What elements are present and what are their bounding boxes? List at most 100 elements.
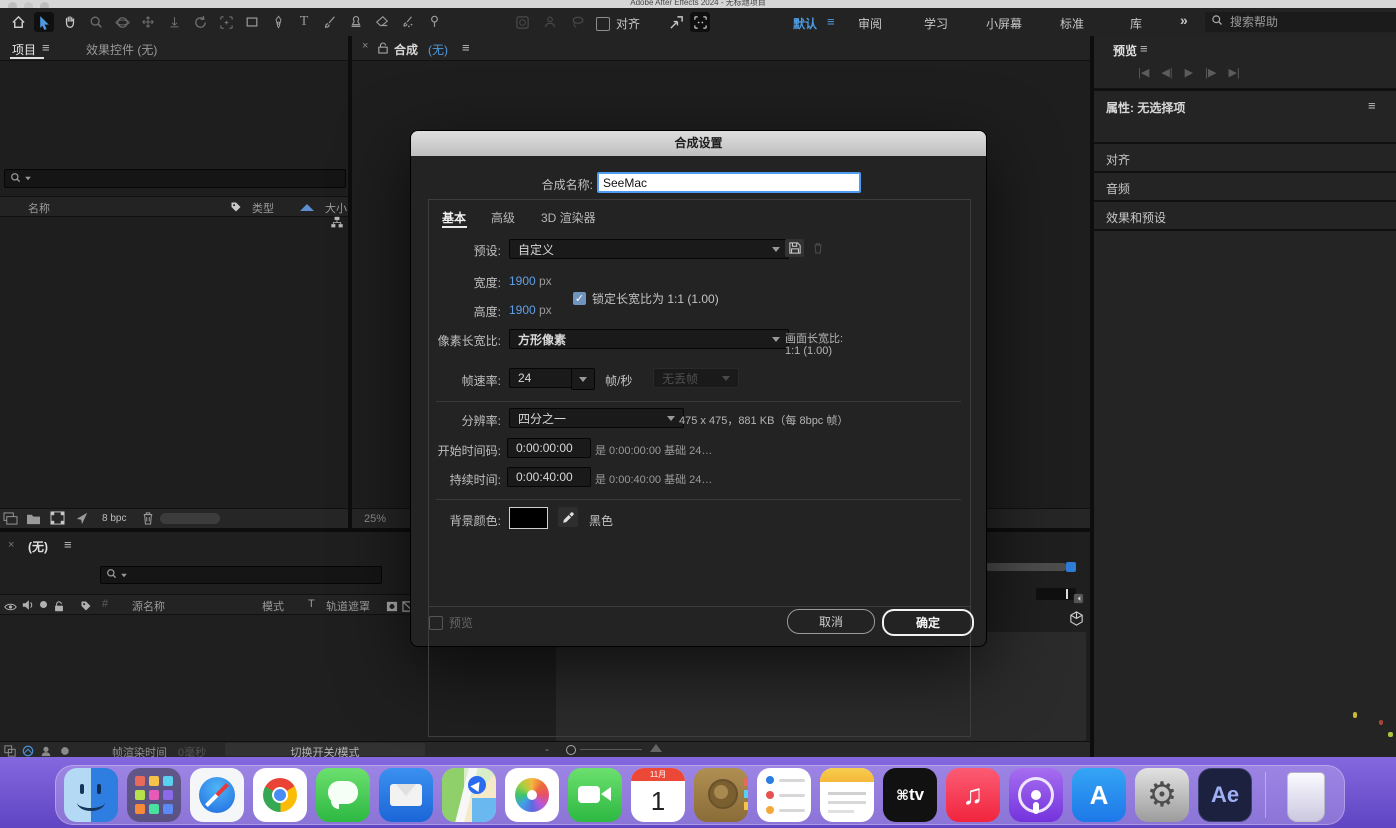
region-of-interest-icon[interactable] bbox=[690, 12, 710, 32]
comp-name-input[interactable] bbox=[597, 172, 861, 193]
selection-tool-icon[interactable] bbox=[34, 12, 54, 32]
lock-aspect-row[interactable]: ✓ 锁定长宽比为 1:1 (1.00) bbox=[573, 290, 719, 307]
dock-reminders-icon[interactable] bbox=[757, 768, 811, 822]
play-icon[interactable]: ▶ bbox=[1185, 66, 1193, 79]
dock-photos-icon[interactable] bbox=[505, 768, 559, 822]
dock-contacts-icon[interactable] bbox=[694, 768, 748, 822]
dock-messages-icon[interactable] bbox=[316, 768, 370, 822]
dock-maps-icon[interactable] bbox=[442, 768, 496, 822]
bg-color-swatch[interactable] bbox=[509, 507, 548, 529]
duration-input[interactable]: 0:00:40:00 bbox=[507, 467, 591, 487]
dock-facetime-icon[interactable] bbox=[568, 768, 622, 822]
effects-presets-panel-title[interactable]: 效果和预设 bbox=[1106, 209, 1166, 226]
framerate-dropdown-button[interactable] bbox=[571, 368, 595, 390]
zoom-out-icon[interactable]: - bbox=[545, 742, 549, 756]
time-navigator[interactable] bbox=[1036, 588, 1076, 600]
dock-trash-icon[interactable] bbox=[1279, 768, 1333, 822]
dock-launchpad-icon[interactable] bbox=[127, 768, 181, 822]
search-options-caret[interactable] bbox=[25, 177, 31, 181]
label-tag-icon[interactable] bbox=[80, 599, 92, 617]
rotation-tool-icon[interactable] bbox=[190, 12, 210, 32]
timeline-tab-none[interactable]: (无) bbox=[28, 538, 48, 555]
audio-widget-icon[interactable] bbox=[1072, 592, 1085, 610]
column-type[interactable]: 类型 bbox=[252, 200, 274, 216]
flowchart-icon[interactable] bbox=[330, 216, 344, 234]
previous-frame-icon[interactable]: ◀| bbox=[1161, 66, 1172, 79]
camera-region-tool-icon[interactable] bbox=[216, 12, 236, 32]
toggle-switches-button[interactable]: 切换开关/模式 bbox=[225, 743, 425, 756]
eraser-tool-icon[interactable] bbox=[372, 12, 392, 32]
snap-toggle[interactable]: 对齐 bbox=[596, 15, 640, 32]
dock-aftereffects-icon[interactable]: Ae bbox=[1198, 768, 1252, 822]
lock-icon[interactable] bbox=[54, 599, 64, 617]
column-track-matte[interactable]: 轨道遮罩 bbox=[326, 598, 370, 614]
height-value[interactable]: 1900 bbox=[509, 303, 536, 317]
dock-chrome-icon[interactable] bbox=[253, 768, 307, 822]
search-options-caret[interactable] bbox=[121, 573, 127, 577]
dock-mail-icon[interactable] bbox=[379, 768, 433, 822]
width-value[interactable]: 1900 bbox=[509, 274, 536, 288]
resolution-dropdown[interactable]: 四分之一 bbox=[509, 408, 684, 428]
hand-tool-icon[interactable] bbox=[60, 12, 80, 32]
audio-panel-title[interactable]: 音频 bbox=[1106, 180, 1130, 197]
column-number[interactable]: # bbox=[102, 598, 108, 610]
properties-panel-menu-icon[interactable]: ≡ bbox=[1368, 98, 1376, 113]
timeline-menu-icon[interactable]: ≡ bbox=[64, 537, 72, 552]
workspace-tab-library[interactable]: 库 bbox=[1130, 15, 1142, 32]
dock-music-icon[interactable]: ♫ bbox=[946, 768, 1000, 822]
label-tag-icon[interactable] bbox=[230, 200, 242, 218]
dock-settings-icon[interactable]: ⚙ bbox=[1135, 768, 1189, 822]
rectangle-tool-icon[interactable] bbox=[242, 12, 262, 32]
par-dropdown[interactable]: 方形像素 bbox=[509, 329, 789, 349]
roto-brush-tool-icon[interactable] bbox=[398, 12, 418, 32]
align-panel-title[interactable]: 对齐 bbox=[1106, 151, 1130, 168]
column-source-name[interactable]: 源名称 bbox=[132, 598, 165, 614]
tab-composition[interactable]: 合成 bbox=[394, 41, 418, 58]
zoom-tool-icon[interactable] bbox=[86, 12, 106, 32]
preview-panel-title[interactable]: 预览 bbox=[1113, 42, 1137, 59]
timeline-close-icon[interactable]: × bbox=[8, 539, 14, 551]
column-mode[interactable]: 模式 bbox=[262, 598, 284, 614]
column-name[interactable]: 名称 bbox=[28, 200, 50, 216]
dock-finder-icon[interactable] bbox=[64, 768, 118, 822]
timeline-zoom-knob[interactable] bbox=[566, 745, 576, 755]
timeline-hscrollbar-track[interactable] bbox=[985, 563, 1067, 571]
audio-speaker-icon[interactable] bbox=[22, 598, 34, 616]
workspace-menu-icon[interactable]: ≡ bbox=[827, 14, 835, 29]
solo-icon[interactable] bbox=[40, 601, 47, 608]
dock-podcasts-icon[interactable] bbox=[1009, 768, 1063, 822]
cancel-button[interactable]: 取消 bbox=[787, 609, 875, 634]
save-preset-icon[interactable] bbox=[785, 239, 804, 257]
help-search-input[interactable] bbox=[1228, 14, 1372, 30]
dock-notes-icon[interactable] bbox=[820, 768, 874, 822]
project-scrubber[interactable] bbox=[160, 513, 220, 524]
workspace-overflow-icon[interactable]: » bbox=[1180, 12, 1188, 28]
dialog-tab-3d-renderer[interactable]: 3D 渲染器 bbox=[541, 209, 596, 226]
puppet-pin-tool-icon[interactable] bbox=[424, 12, 444, 32]
cube-icon[interactable] bbox=[1068, 610, 1085, 632]
project-bpc-label[interactable]: 8 bpc bbox=[102, 513, 126, 524]
shared-view-icon[interactable] bbox=[666, 12, 686, 32]
ok-button[interactable]: 确定 bbox=[882, 609, 974, 636]
composition-panel-menu-icon[interactable]: ≡ bbox=[462, 40, 470, 55]
lock-aspect-checkbox[interactable]: ✓ bbox=[573, 292, 586, 305]
properties-panel-title[interactable]: 属性: 无选择项 bbox=[1106, 99, 1185, 116]
dock-appletv-icon[interactable]: ⌘tv bbox=[883, 768, 937, 822]
dialog-tab-advanced[interactable]: 高级 bbox=[491, 209, 515, 226]
dialog-titlebar[interactable]: 合成设置 bbox=[411, 131, 986, 156]
type-tool-icon[interactable]: T bbox=[294, 12, 314, 32]
brush-tool-icon[interactable] bbox=[320, 12, 340, 32]
sort-ascending-icon[interactable] bbox=[300, 204, 314, 211]
home-icon[interactable] bbox=[8, 12, 28, 32]
timeline-search[interactable] bbox=[100, 566, 382, 584]
workspace-tab-standard[interactable]: 标准 bbox=[1060, 15, 1084, 32]
dock-appstore-icon[interactable]: A bbox=[1072, 768, 1126, 822]
dialog-tab-basic[interactable]: 基本 bbox=[442, 209, 466, 226]
zoom-in-icon[interactable] bbox=[650, 744, 662, 752]
project-panel-menu-icon[interactable]: ≡ bbox=[42, 40, 50, 55]
clone-stamp-tool-icon[interactable] bbox=[346, 12, 366, 32]
next-frame-icon[interactable]: |▶ bbox=[1205, 66, 1216, 79]
dock-safari-icon[interactable] bbox=[190, 768, 244, 822]
workspace-tab-small-screen[interactable]: 小屏幕 bbox=[986, 15, 1022, 32]
workspace-tab-default[interactable]: 默认 bbox=[793, 15, 817, 32]
